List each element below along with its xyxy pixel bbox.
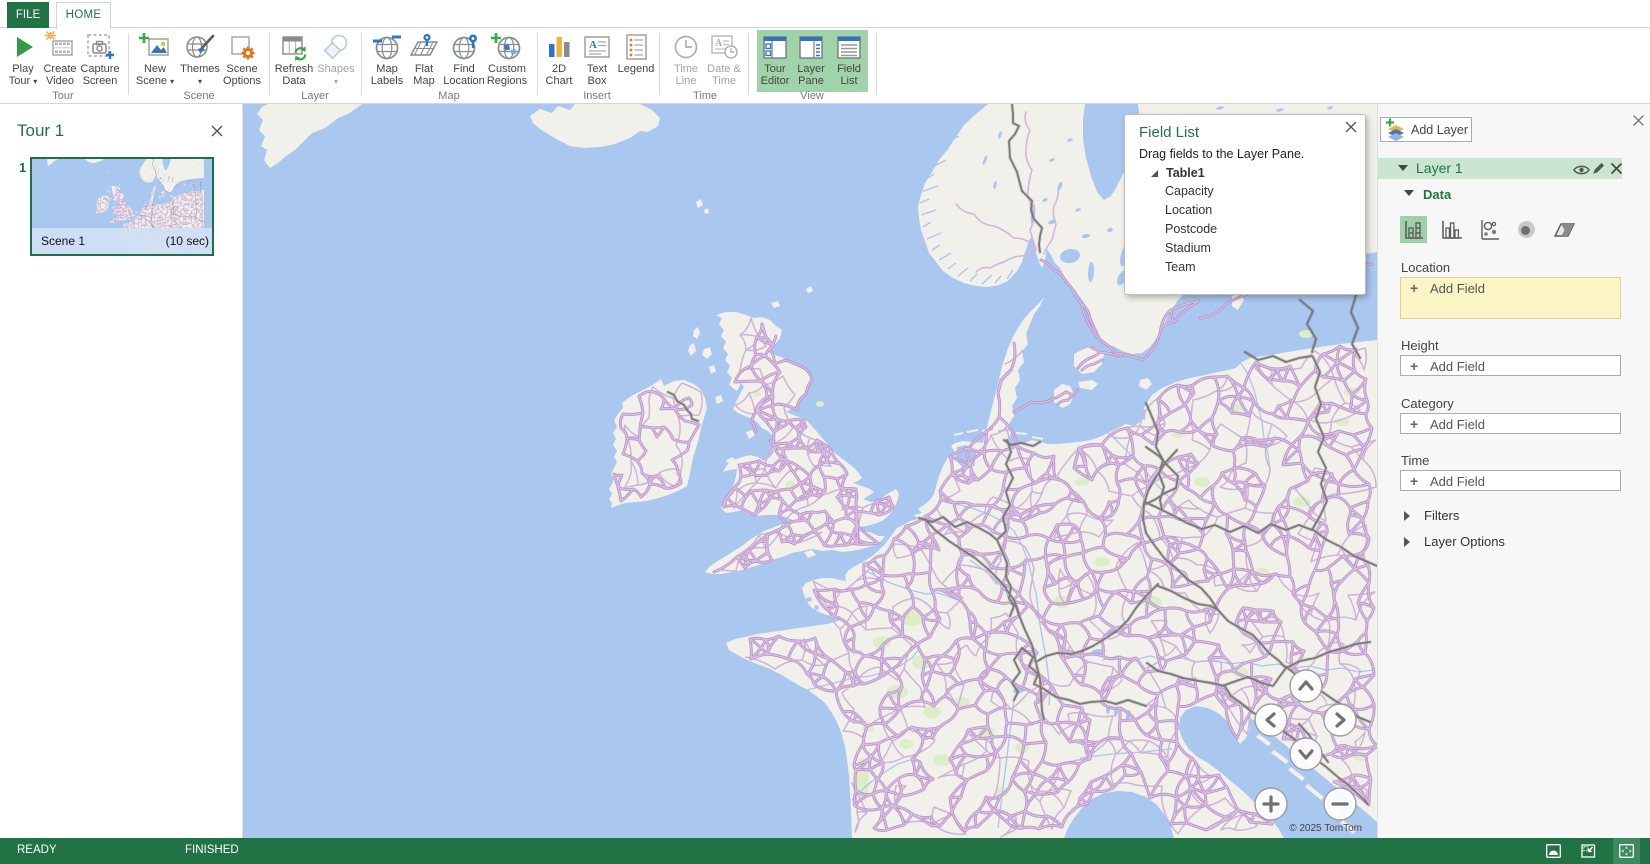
svg-text:© 2025 TomTom: © 2025 TomTom: [1289, 823, 1362, 834]
svg-text:A: A: [589, 39, 597, 51]
svg-text:A: A: [715, 38, 723, 49]
